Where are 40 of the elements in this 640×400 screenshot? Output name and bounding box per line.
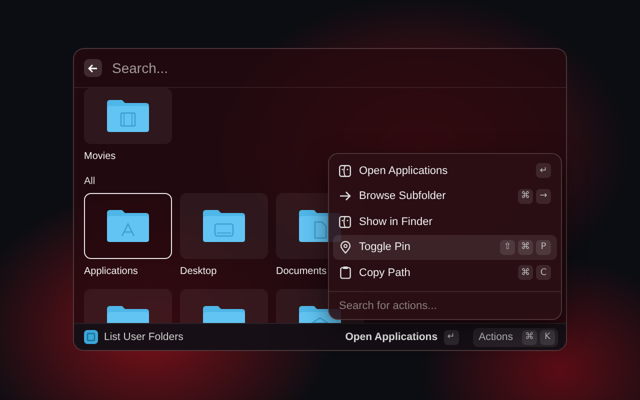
folder-tile[interactable] — [84, 193, 172, 259]
action-search-field[interactable]: Search for actions... — [333, 292, 557, 318]
folder-icon — [106, 209, 150, 243]
arrow-right-icon — [339, 191, 351, 202]
menu-item[interactable]: Copy Path ⌘ C — [333, 260, 557, 286]
menu-item[interactable]: Show in Finder — [333, 209, 557, 234]
menu-item[interactable]: Toggle Pin ⇧ ⌘ P — [333, 234, 557, 260]
key-cap: ⌘ — [518, 265, 533, 280]
key-cap: ↵ — [444, 330, 459, 344]
clipboard-icon — [340, 266, 350, 280]
command-title: List User Folders — [104, 331, 184, 343]
key-cap: ↵ — [536, 163, 551, 178]
menu-item[interactable]: Open Applications ↵ — [333, 158, 557, 184]
finder-icon — [339, 164, 351, 177]
folder-name: Applications — [84, 266, 138, 277]
folder-name: Movies — [84, 151, 116, 162]
key-cap: ⇧ — [500, 240, 515, 255]
folder-icon — [202, 209, 246, 243]
key-cap: ⌘ — [522, 330, 537, 344]
pin-icon — [340, 240, 350, 254]
menu-item[interactable]: Browse Subfolder ⌘ → — [333, 184, 557, 209]
key-cap: C — [536, 265, 551, 280]
key-cap: K — [540, 330, 555, 344]
folder-tile[interactable] — [84, 88, 172, 144]
folder-tile[interactable] — [180, 193, 268, 259]
folder-name: Documents — [276, 266, 327, 277]
back-button[interactable] — [84, 59, 102, 77]
key-cap: ⌘ — [518, 240, 533, 255]
key-cap: ⌘ — [518, 188, 533, 204]
key-cap: → — [536, 188, 551, 204]
folder-name: Desktop — [180, 266, 217, 277]
arrow-left-icon — [88, 64, 98, 72]
key-cap: P — [536, 240, 551, 255]
finder-icon — [339, 216, 351, 228]
section-heading: All — [84, 176, 96, 187]
primary-action-label[interactable]: Open Applications — [345, 331, 438, 343]
app-icon — [84, 330, 98, 344]
search-field[interactable]: Search... — [110, 59, 556, 77]
folder-icon — [106, 99, 150, 133]
actions-button[interactable]: Actions ⌘ K — [472, 328, 558, 346]
